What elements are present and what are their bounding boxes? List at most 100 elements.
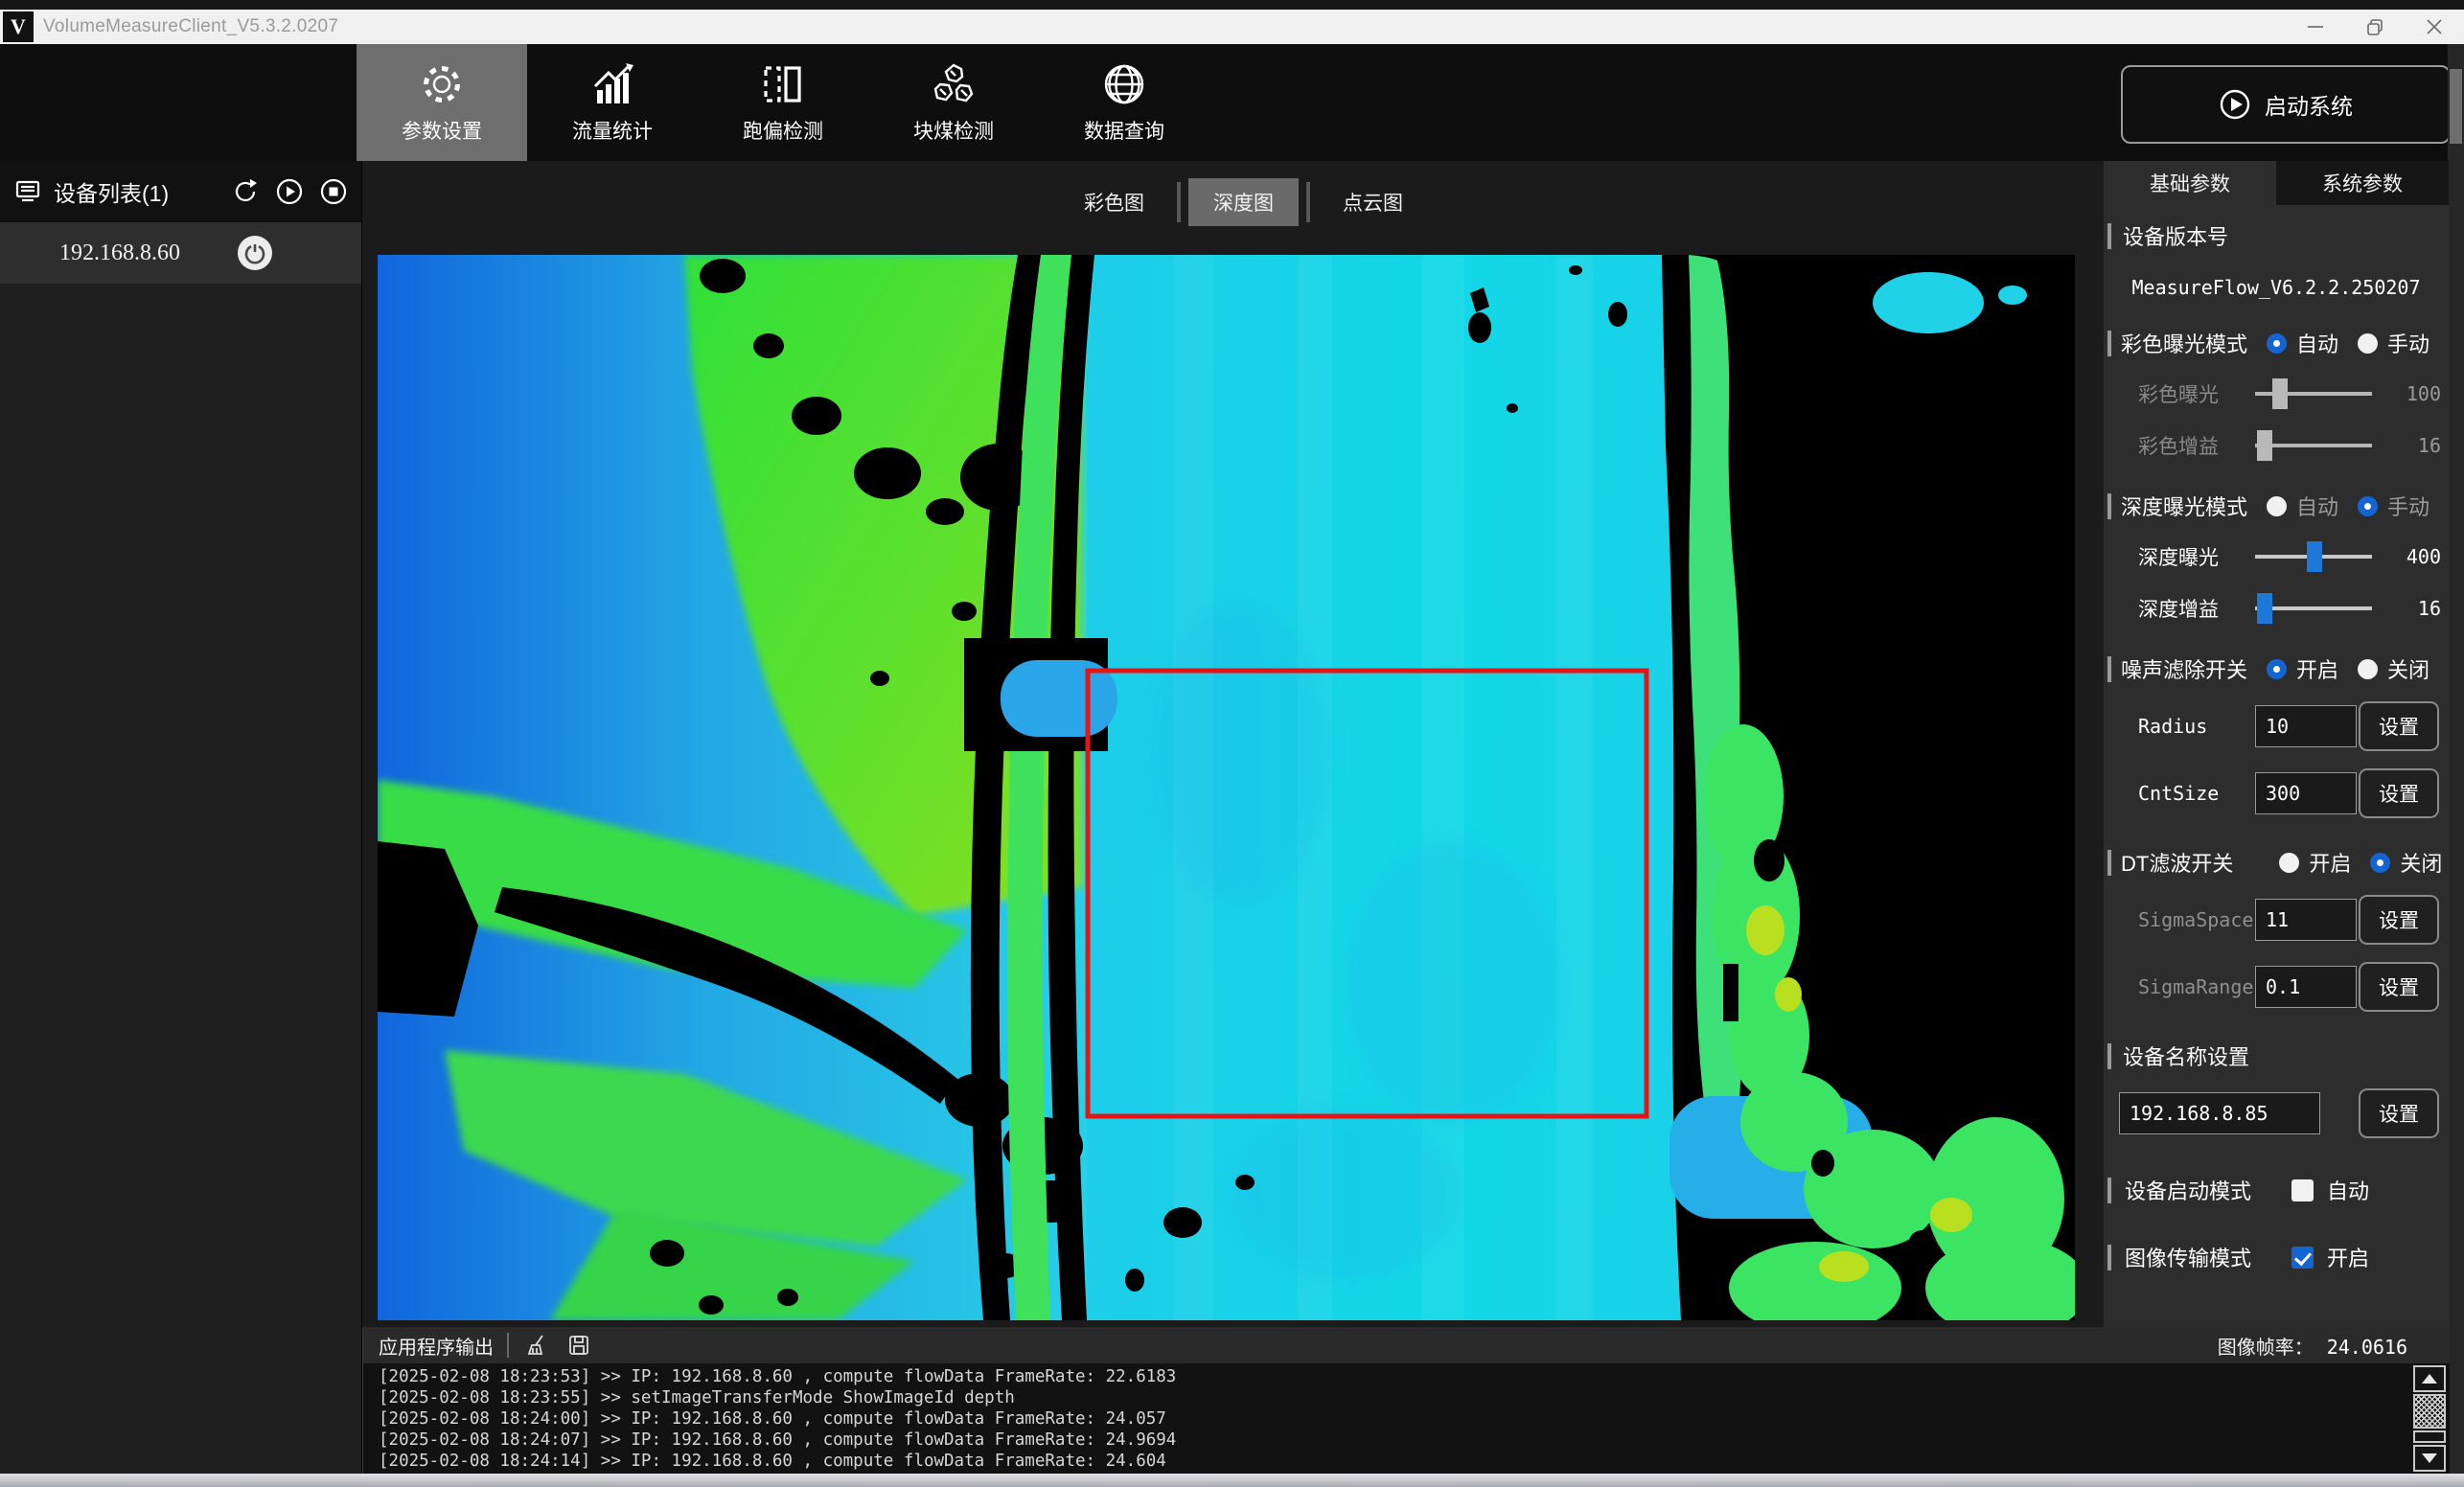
color-exposure-slider[interactable] xyxy=(2255,377,2372,410)
tab-system-parameters[interactable]: 系统参数 xyxy=(2276,161,2449,205)
section-accent-bar xyxy=(2107,1178,2111,1203)
log-line: [2025-02-08 18:23:53] >> IP: 192.168.8.6… xyxy=(379,1366,2411,1387)
image-view-tabs: 彩色图 深度图 点云图 xyxy=(1059,178,1428,226)
log-lines: [2025-02-08 18:23:53] >> IP: 192.168.8.6… xyxy=(379,1366,2411,1472)
globe-icon xyxy=(1101,61,1147,107)
nav-tab-label: 跑偏检测 xyxy=(743,116,823,145)
power-icon xyxy=(243,241,266,264)
scroll-up-button[interactable] xyxy=(2413,1365,2446,1392)
stop-icon xyxy=(319,177,348,206)
log-line: [2025-02-08 18:23:55] >> setImageTransfe… xyxy=(379,1387,2411,1408)
depth-map-view[interactable] xyxy=(378,255,2075,1320)
tab-point-cloud[interactable]: 点云图 xyxy=(1318,178,1428,226)
nav-tab-label: 参数设置 xyxy=(402,116,482,145)
radius-set-button[interactable]: 设置 xyxy=(2359,701,2439,751)
nav-tab-flow-statistics[interactable]: 流量统计 xyxy=(527,44,698,161)
color-manual-radio[interactable] xyxy=(2358,333,2378,354)
section-accent-bar xyxy=(2107,850,2111,876)
nav-tab-lump-coal-detection[interactable]: 块煤检测 xyxy=(868,44,1039,161)
refresh-icon xyxy=(231,177,260,206)
color-exposure-label: 彩色曝光 xyxy=(2138,379,2242,408)
sigmaspace-set-button[interactable]: 设置 xyxy=(2359,895,2439,945)
cntsize-set-button[interactable]: 设置 xyxy=(2359,768,2439,818)
device-name-label: 设备名称设置 xyxy=(2123,1041,2249,1071)
depth-manual-radio[interactable] xyxy=(2358,496,2378,516)
nav-tab-data-query[interactable]: 数据查询 xyxy=(1039,44,1209,161)
sigmaspace-label: SigmaSpace xyxy=(2138,908,2255,931)
color-auto-label: 自动 xyxy=(2296,328,2338,358)
refresh-button[interactable] xyxy=(231,177,260,206)
transfer-mode-label: 图像传输模式 xyxy=(2125,1242,2251,1272)
device-name-set-button[interactable]: 设置 xyxy=(2359,1088,2439,1138)
minimize-icon xyxy=(2305,16,2326,37)
device-row[interactable]: 192.168.8.60 xyxy=(0,222,361,284)
depth-exposure-row: 深度曝光 400 xyxy=(2138,540,2441,573)
minimize-button[interactable] xyxy=(2286,10,2345,44)
nav-tab-label: 数据查询 xyxy=(1084,116,1164,145)
log-header: 应用程序输出 图像帧率： 24.0616 xyxy=(363,1327,2450,1363)
sigmaspace-input[interactable] xyxy=(2255,899,2357,941)
section-accent-bar xyxy=(2107,656,2111,682)
log-title: 应用程序输出 xyxy=(379,1332,494,1360)
noise-on-label: 开启 xyxy=(2296,653,2338,684)
noise-on-radio[interactable] xyxy=(2267,659,2287,679)
section-accent-bar xyxy=(2107,1245,2111,1270)
radius-input[interactable] xyxy=(2255,705,2357,747)
color-gain-label: 彩色增益 xyxy=(2138,431,2242,460)
start-system-button[interactable]: 启动系统 xyxy=(2121,65,2451,144)
coal-icon xyxy=(931,61,977,107)
tab-color-image[interactable]: 彩色图 xyxy=(1059,178,1169,226)
save-log-button[interactable] xyxy=(564,1331,593,1360)
depth-gain-slider[interactable] xyxy=(2255,592,2372,625)
window-scrollbar-thumb[interactable] xyxy=(2450,69,2462,144)
device-list-icon xyxy=(13,177,42,206)
nav-tab-deviation-detection[interactable]: 跑偏检测 xyxy=(698,44,868,161)
noise-filter-row: 噪声滤除开关 开启 关闭 xyxy=(2107,653,2449,684)
transfer-on-label: 开启 xyxy=(2327,1242,2369,1272)
tab-depth-image[interactable]: 深度图 xyxy=(1188,178,1299,226)
nav-tab-label: 块煤检测 xyxy=(913,116,994,145)
color-gain-slider[interactable] xyxy=(2255,429,2372,462)
restore-button[interactable] xyxy=(2345,10,2405,44)
stop-all-button[interactable] xyxy=(319,177,348,206)
sigmarange-set-button[interactable]: 设置 xyxy=(2359,962,2439,1012)
dt-on-radio[interactable] xyxy=(2279,853,2299,873)
boot-auto-checkbox[interactable] xyxy=(2291,1179,2314,1201)
color-exposure-value: 100 xyxy=(2385,382,2441,405)
depth-exposure-value: 400 xyxy=(2385,545,2441,568)
log-scrollbar[interactable] xyxy=(2413,1365,2446,1472)
sigmarange-input[interactable] xyxy=(2255,966,2357,1008)
noise-off-label: 关闭 xyxy=(2387,653,2429,684)
device-power-button[interactable] xyxy=(238,236,272,270)
clear-log-button[interactable] xyxy=(522,1331,551,1360)
window-scrollbar[interactable] xyxy=(2448,44,2464,1474)
section-accent-bar xyxy=(2107,1043,2111,1069)
dt-off-label: 关闭 xyxy=(2400,847,2442,878)
log-scrollbar-thumb[interactable] xyxy=(2413,1394,2446,1429)
close-button[interactable] xyxy=(2405,10,2464,44)
depth-auto-radio[interactable] xyxy=(2267,496,2287,516)
tab-basic-parameters[interactable]: 基础参数 xyxy=(2104,161,2276,205)
window-title: VolumeMeasureClient_V5.3.2.0207 xyxy=(43,16,338,37)
parameter-panel-tabs: 基础参数 系统参数 xyxy=(2104,161,2449,205)
dt-off-radio[interactable] xyxy=(2370,853,2390,873)
device-sidebar: 设备列表(1) 192.168.8.60 xyxy=(0,161,362,1474)
sigmaspace-row: SigmaSpace 设置 xyxy=(2138,895,2439,945)
cntsize-label: CntSize xyxy=(2138,782,2255,805)
depth-exposure-slider[interactable] xyxy=(2255,540,2372,573)
play-all-button[interactable] xyxy=(275,177,304,206)
nav-tab-parameter-settings[interactable]: 参数设置 xyxy=(357,44,527,161)
noise-off-radio[interactable] xyxy=(2358,659,2378,679)
device-name-section: 设备名称设置 xyxy=(2107,1041,2449,1071)
tab-separator xyxy=(1306,182,1310,222)
log-output[interactable]: [2025-02-08 18:23:53] >> IP: 192.168.8.6… xyxy=(363,1363,2411,1474)
transfer-on-checkbox[interactable] xyxy=(2291,1247,2314,1269)
color-auto-radio[interactable] xyxy=(2267,333,2287,354)
device-name-input[interactable] xyxy=(2119,1092,2320,1134)
log-scrollbar-track[interactable] xyxy=(2413,1430,2446,1443)
gear-icon xyxy=(419,61,465,107)
device-version-value: MeasureFlow_V6.2.2.250207 xyxy=(2104,276,2449,299)
scroll-down-button[interactable] xyxy=(2413,1445,2446,1472)
cntsize-input[interactable] xyxy=(2255,772,2357,814)
log-line: [2025-02-08 18:24:14] >> IP: 192.168.8.6… xyxy=(379,1451,2411,1472)
